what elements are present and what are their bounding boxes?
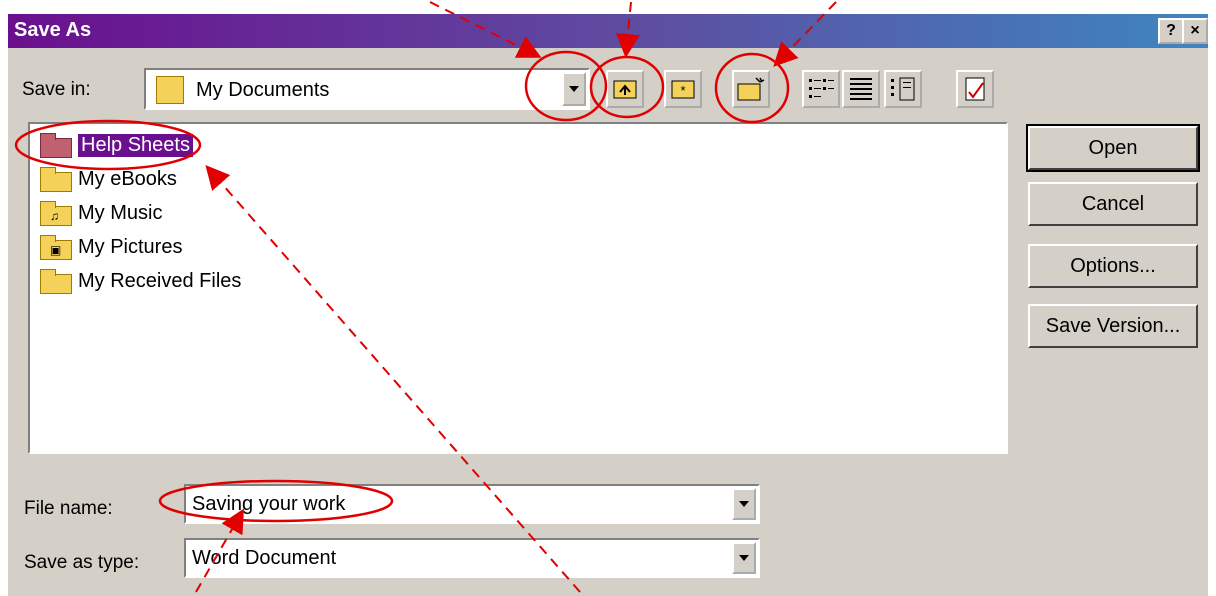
- folder-icon: [40, 269, 72, 294]
- create-new-folder-button[interactable]: [732, 70, 770, 108]
- file-name-dropdown-button[interactable]: [732, 488, 756, 520]
- options-button[interactable]: Options...: [1028, 244, 1198, 288]
- details-view-icon: [850, 78, 872, 100]
- save-version-button[interactable]: Save Version...: [1028, 304, 1198, 348]
- list-view-icon: [809, 79, 834, 98]
- list-item-label: Help Sheets: [78, 134, 193, 157]
- create-new-folder-icon: [737, 77, 765, 101]
- properties-view-icon: [891, 77, 915, 101]
- chevron-down-icon: [739, 555, 749, 561]
- folder-icon: [40, 167, 72, 192]
- save-in-combobox[interactable]: My Documents: [144, 68, 590, 110]
- up-one-level-button[interactable]: [606, 70, 644, 108]
- list-item-label: My Music: [78, 202, 163, 224]
- list-item-label: My eBooks: [78, 168, 177, 190]
- open-button[interactable]: Open: [1026, 124, 1200, 172]
- tools-icon: [965, 77, 985, 101]
- music-folder-icon: ♫: [40, 201, 72, 226]
- folder-icon: [40, 133, 72, 158]
- up-one-level-icon: [613, 80, 637, 99]
- list-item-label: My Received Files: [78, 270, 242, 292]
- title-bar[interactable]: Save As ? ×: [8, 14, 1208, 48]
- my-documents-icon: [156, 76, 184, 104]
- cancel-button[interactable]: Cancel: [1028, 182, 1198, 226]
- tools-button[interactable]: [956, 70, 994, 108]
- details-view-button[interactable]: [842, 70, 880, 108]
- search-web-button[interactable]: *: [664, 70, 702, 108]
- file-name-label: File name:: [24, 498, 113, 519]
- close-button[interactable]: ×: [1182, 18, 1208, 44]
- list-view-button[interactable]: [802, 70, 840, 108]
- list-item-label: My Pictures: [78, 236, 183, 258]
- save-as-dialog: Save As ? × Save in: My Documents * Help…: [8, 14, 1208, 596]
- help-button[interactable]: ?: [1158, 18, 1184, 44]
- save-in-label: Save in:: [22, 79, 91, 100]
- chevron-down-icon: [739, 501, 749, 507]
- save-as-type-label: Save as type:: [24, 552, 140, 573]
- chevron-down-icon: [569, 86, 579, 92]
- window-title: Save As: [14, 19, 92, 41]
- save-as-type-combobox[interactable]: Word Document: [184, 538, 760, 578]
- search-web-icon: *: [671, 80, 695, 99]
- file-name-value: Saving your work: [192, 493, 346, 515]
- properties-view-button[interactable]: [884, 70, 922, 108]
- save-in-value: My Documents: [196, 79, 330, 101]
- file-name-field[interactable]: Saving your work: [184, 484, 760, 524]
- file-list[interactable]: Help Sheets My eBooks ♫ My Music ▣ My Pi…: [28, 122, 1008, 454]
- save-as-type-value: Word Document: [192, 547, 337, 569]
- pictures-folder-icon: ▣: [40, 235, 72, 260]
- svg-text:*: *: [680, 83, 685, 98]
- save-as-type-dropdown-button[interactable]: [732, 542, 756, 574]
- save-in-dropdown-button[interactable]: [562, 72, 586, 106]
